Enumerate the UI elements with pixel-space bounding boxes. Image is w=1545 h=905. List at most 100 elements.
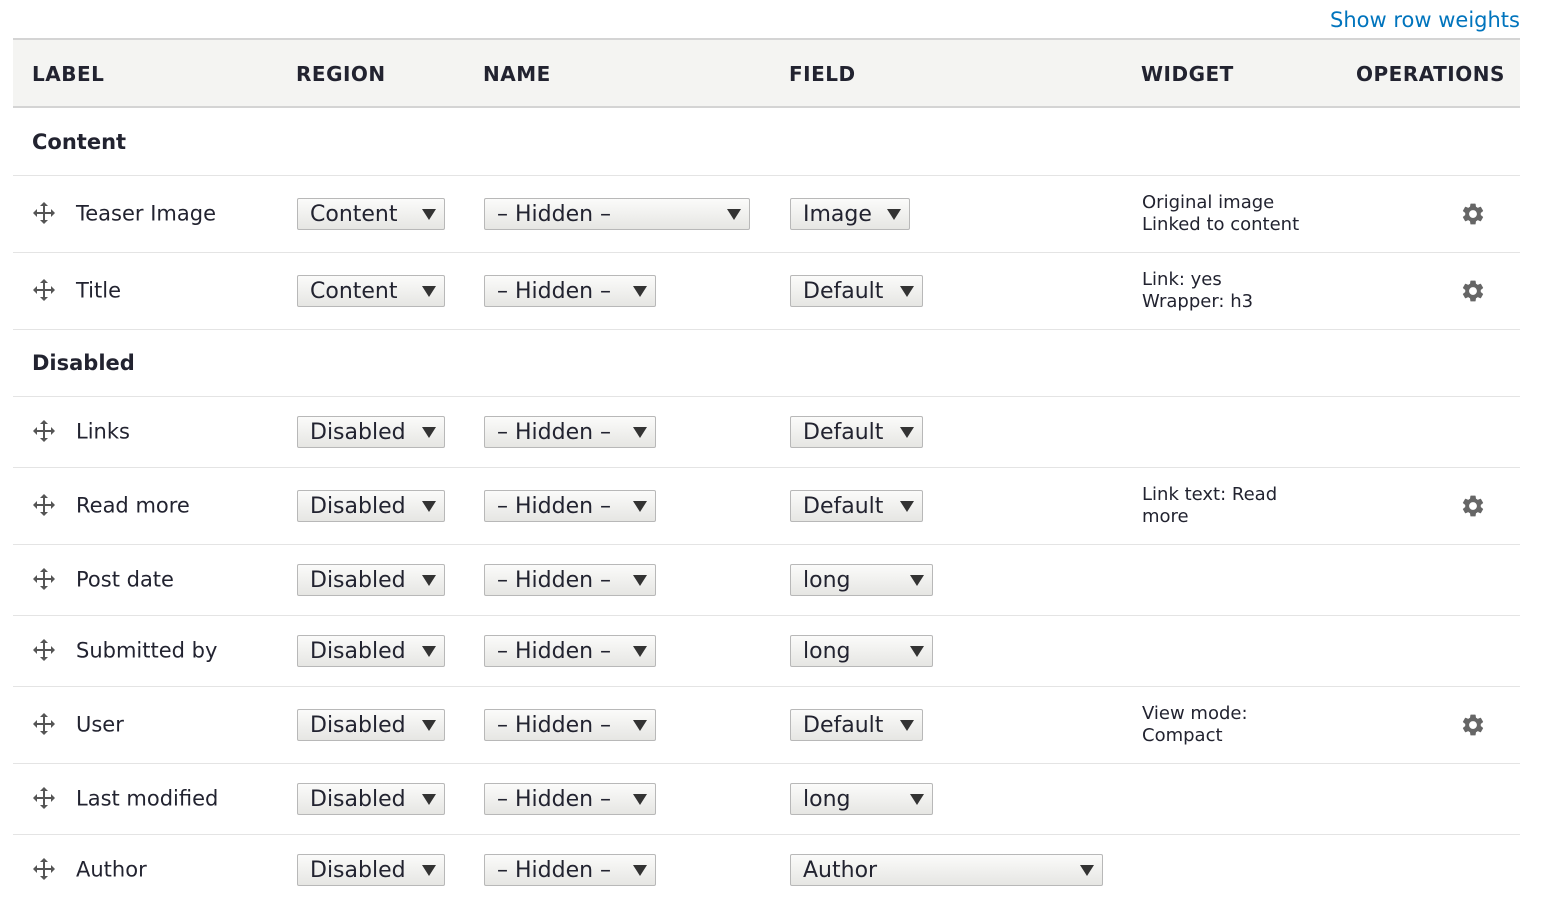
field-label: Teaser Image bbox=[76, 201, 216, 226]
column-header-name: NAME bbox=[483, 62, 551, 86]
field-label: Author bbox=[76, 857, 147, 882]
chevron-down-icon bbox=[633, 427, 647, 438]
label-display-select[interactable]: – Hidden – bbox=[484, 635, 656, 667]
label-display-select[interactable]: – Hidden – bbox=[484, 709, 656, 741]
gear-icon[interactable] bbox=[1460, 493, 1486, 519]
region-select[interactable]: Disabled bbox=[297, 490, 445, 522]
region-select[interactable]: Disabled bbox=[297, 416, 445, 448]
region-select[interactable]: Disabled bbox=[297, 635, 445, 667]
chevron-down-icon bbox=[422, 720, 436, 731]
chevron-down-icon bbox=[422, 501, 436, 512]
chevron-down-icon bbox=[422, 865, 436, 876]
formatter-select[interactable]: Default bbox=[790, 490, 923, 522]
chevron-down-icon bbox=[887, 209, 901, 220]
field-label: Post date bbox=[76, 567, 174, 592]
formatter-summary: Link: yes Wrapper: h3 bbox=[1142, 269, 1254, 312]
drag-handle-icon[interactable] bbox=[32, 567, 56, 591]
label-display-select[interactable]: – Hidden – bbox=[484, 416, 656, 448]
region-row-disabled: Disabled bbox=[13, 330, 1520, 397]
formatter-select[interactable]: long bbox=[790, 783, 933, 815]
field-row: Title Content – Hidden – Default Link: y… bbox=[13, 253, 1520, 330]
region-title: Disabled bbox=[32, 351, 135, 375]
gear-icon[interactable] bbox=[1460, 712, 1486, 738]
chevron-down-icon bbox=[422, 794, 436, 805]
gear-icon[interactable] bbox=[1460, 201, 1486, 227]
drag-handle-icon[interactable] bbox=[32, 278, 56, 302]
label-display-select[interactable]: – Hidden – bbox=[484, 198, 750, 230]
field-row: Post date Disabled – Hidden – long bbox=[13, 545, 1520, 616]
chevron-down-icon bbox=[900, 286, 914, 297]
chevron-down-icon bbox=[900, 501, 914, 512]
field-label: Title bbox=[76, 278, 122, 303]
drag-handle-icon[interactable] bbox=[32, 857, 56, 881]
field-row: Author Disabled – Hidden – Author bbox=[13, 835, 1520, 905]
chevron-down-icon bbox=[422, 209, 436, 220]
chevron-down-icon bbox=[910, 646, 924, 657]
field-label: Submitted by bbox=[76, 638, 218, 663]
field-row: User Disabled – Hidden – Default View mo… bbox=[13, 687, 1520, 764]
chevron-down-icon bbox=[1080, 865, 1094, 876]
formatter-summary: View mode: Compact bbox=[1142, 703, 1248, 746]
label-display-select[interactable]: – Hidden – bbox=[484, 783, 656, 815]
chevron-down-icon bbox=[633, 646, 647, 657]
chevron-down-icon bbox=[727, 209, 741, 220]
formatter-select[interactable]: Image bbox=[790, 198, 910, 230]
formatter-select[interactable]: long bbox=[790, 635, 933, 667]
chevron-down-icon bbox=[633, 865, 647, 876]
formatter-summary: Link text: Read more bbox=[1142, 484, 1278, 527]
field-row: Last modified Disabled – Hidden – long bbox=[13, 764, 1520, 835]
region-select[interactable]: Disabled bbox=[297, 854, 445, 886]
field-display-table: LABEL REGION NAME FIELD WIDGET OPERATION… bbox=[13, 38, 1520, 905]
column-header-field: FIELD bbox=[789, 62, 856, 86]
column-header-region: REGION bbox=[296, 62, 386, 86]
chevron-down-icon bbox=[633, 575, 647, 586]
field-row: Read more Disabled – Hidden – Default Li… bbox=[13, 468, 1520, 545]
region-select[interactable]: Disabled bbox=[297, 783, 445, 815]
field-row: Links Disabled – Hidden – Default bbox=[13, 397, 1520, 468]
label-display-select[interactable]: – Hidden – bbox=[484, 854, 656, 886]
chevron-down-icon bbox=[422, 286, 436, 297]
field-label: User bbox=[76, 712, 124, 737]
field-label: Last modified bbox=[76, 786, 219, 811]
formatter-select[interactable]: Default bbox=[790, 275, 923, 307]
chevron-down-icon bbox=[422, 646, 436, 657]
drag-handle-icon[interactable] bbox=[32, 712, 56, 736]
drag-handle-icon[interactable] bbox=[32, 638, 56, 662]
chevron-down-icon bbox=[633, 720, 647, 731]
chevron-down-icon bbox=[633, 794, 647, 805]
drag-handle-icon[interactable] bbox=[32, 786, 56, 810]
field-row: Submitted by Disabled – Hidden – long bbox=[13, 616, 1520, 687]
drag-handle-icon[interactable] bbox=[32, 201, 56, 225]
chevron-down-icon bbox=[633, 501, 647, 512]
drag-handle-icon[interactable] bbox=[32, 493, 56, 517]
formatter-select[interactable]: Default bbox=[790, 709, 923, 741]
region-select[interactable]: Content bbox=[297, 275, 445, 307]
region-select[interactable]: Disabled bbox=[297, 564, 445, 596]
formatter-select[interactable]: long bbox=[790, 564, 933, 596]
chevron-down-icon bbox=[910, 575, 924, 586]
show-row-weights-link[interactable]: Show row weights bbox=[1330, 8, 1520, 32]
chevron-down-icon bbox=[900, 427, 914, 438]
field-label: Links bbox=[76, 419, 130, 444]
region-row-content: Content bbox=[13, 108, 1520, 176]
field-row: Teaser Image Content – Hidden – Image Or… bbox=[13, 176, 1520, 253]
formatter-select[interactable]: Default bbox=[790, 416, 923, 448]
label-display-select[interactable]: – Hidden – bbox=[484, 564, 656, 596]
column-header-operations: OPERATIONS bbox=[1356, 62, 1505, 86]
region-select[interactable]: Disabled bbox=[297, 709, 445, 741]
table-header: LABEL REGION NAME FIELD WIDGET OPERATION… bbox=[13, 38, 1520, 108]
label-display-select[interactable]: – Hidden – bbox=[484, 490, 656, 522]
chevron-down-icon bbox=[633, 286, 647, 297]
region-title: Content bbox=[32, 129, 127, 154]
field-label: Read more bbox=[76, 493, 190, 518]
chevron-down-icon bbox=[900, 720, 914, 731]
chevron-down-icon bbox=[422, 427, 436, 438]
column-header-label: LABEL bbox=[32, 62, 105, 86]
region-select[interactable]: Content bbox=[297, 198, 445, 230]
column-header-widget: WIDGET bbox=[1141, 62, 1234, 86]
gear-icon[interactable] bbox=[1460, 278, 1486, 304]
formatter-select[interactable]: Author bbox=[790, 854, 1103, 886]
drag-handle-icon[interactable] bbox=[32, 419, 56, 443]
formatter-summary: Original image Linked to content bbox=[1142, 192, 1300, 235]
label-display-select[interactable]: – Hidden – bbox=[484, 275, 656, 307]
